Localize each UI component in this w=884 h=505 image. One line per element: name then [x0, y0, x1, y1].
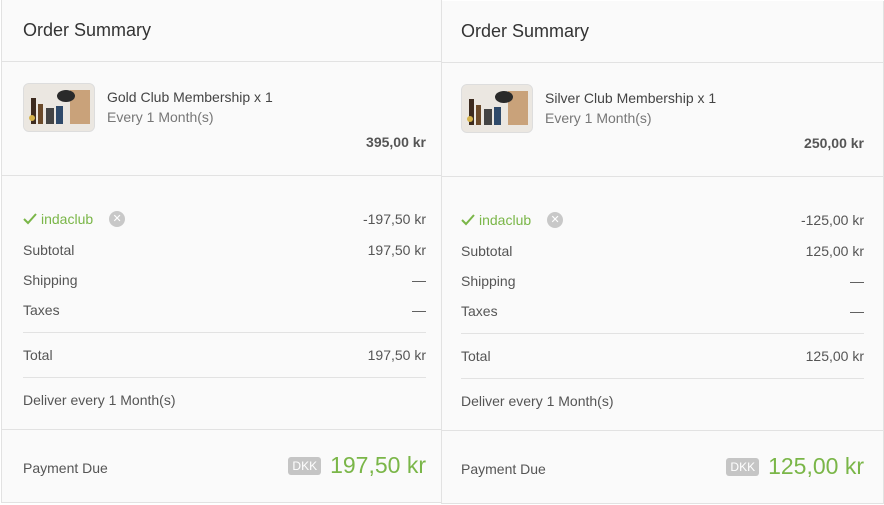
- subtotal-row: Subtotal 125,00 kr: [461, 243, 864, 263]
- item-price: 250,00 kr: [804, 135, 864, 151]
- taxes-row: Taxes —: [461, 303, 864, 323]
- remove-discount-icon[interactable]: ✕: [109, 211, 126, 227]
- discount-amount: -197,50 kr: [362, 211, 426, 227]
- line-item: Silver Club Membership x 1 Every 1 Month…: [442, 63, 883, 177]
- delivery-row: Deliver every 1 Month(s): [461, 393, 864, 413]
- total-row: Total 197,50 kr: [23, 347, 426, 367]
- shipping-label: Shipping: [461, 273, 516, 289]
- payment-due-label: Payment Due: [461, 461, 546, 477]
- payment-due-section: Payment Due DKK 197,50 kr: [2, 430, 441, 502]
- order-summary-title: Order Summary: [23, 20, 152, 40]
- discount-amount: -125,00 kr: [800, 212, 864, 228]
- total-label: Total: [461, 348, 491, 364]
- discount-label: indaclub ✕: [461, 212, 564, 228]
- delivery-row: Deliver every 1 Month(s): [23, 392, 426, 412]
- divider: [23, 377, 426, 378]
- payment-due-section: Payment Due DKK 125,00 kr: [442, 431, 883, 503]
- taxes-label: Taxes: [23, 302, 60, 318]
- item-name: Gold Club Membership x 1: [107, 89, 273, 105]
- divider: [461, 378, 864, 379]
- shipping-value: —: [412, 272, 426, 288]
- check-icon: [23, 213, 37, 225]
- item-price: 395,00 kr: [366, 134, 426, 150]
- discount-code: indaclub: [41, 211, 94, 227]
- total-row: Total 125,00 kr: [461, 348, 864, 368]
- subtotal-row: Subtotal 197,50 kr: [23, 242, 426, 262]
- taxes-label: Taxes: [461, 303, 498, 319]
- shipping-value: —: [850, 273, 864, 289]
- payment-due-label: Payment Due: [23, 460, 108, 476]
- shipping-row: Shipping —: [23, 272, 426, 292]
- shipping-label: Shipping: [23, 272, 78, 288]
- shipping-row: Shipping —: [461, 273, 864, 293]
- order-summary-panel-silver: Order Summary Silver Club Membership x 1…: [441, 1, 884, 504]
- item-name: Silver Club Membership x 1: [545, 90, 717, 106]
- delivery-text: Deliver every 1 Month(s): [461, 393, 614, 409]
- discount-label: indaclub ✕: [23, 211, 126, 227]
- remove-discount-icon[interactable]: ✕: [547, 212, 564, 228]
- subtotal-value: 125,00 kr: [805, 243, 864, 259]
- totals-section: indaclub ✕ -125,00 kr Subtotal 125,00 kr…: [442, 177, 883, 431]
- subtotal-label: Subtotal: [461, 243, 513, 259]
- subtotal-value: 197,50 kr: [367, 242, 426, 258]
- currency-badge: DKK: [288, 456, 322, 475]
- order-summary-header: Order Summary: [442, 1, 883, 63]
- discount-row: indaclub ✕ -197,50 kr: [23, 211, 426, 231]
- product-thumbnail: [461, 84, 533, 133]
- total-label: Total: [23, 347, 53, 363]
- order-summary-title: Order Summary: [461, 21, 590, 41]
- taxes-value: —: [850, 303, 864, 319]
- order-summary-panel-gold: Order Summary Gold Club Membership x 1 E…: [1, 0, 442, 503]
- taxes-row: Taxes —: [23, 302, 426, 322]
- total-value: 125,00 kr: [805, 348, 864, 364]
- payment-due-amount: 125,00 kr: [768, 453, 864, 479]
- total-value: 197,50 kr: [367, 347, 426, 363]
- payment-due-amount: 197,50 kr: [330, 452, 426, 478]
- line-item: Gold Club Membership x 1 Every 1 Month(s…: [2, 62, 441, 176]
- check-icon: [461, 214, 475, 226]
- discount-row: indaclub ✕ -125,00 kr: [461, 212, 864, 232]
- divider: [23, 332, 426, 333]
- discount-code: indaclub: [479, 212, 532, 228]
- item-frequency: Every 1 Month(s): [107, 109, 214, 125]
- delivery-text: Deliver every 1 Month(s): [23, 392, 176, 408]
- taxes-value: —: [412, 302, 426, 318]
- item-frequency: Every 1 Month(s): [545, 110, 652, 126]
- totals-section: indaclub ✕ -197,50 kr Subtotal 197,50 kr…: [2, 176, 441, 430]
- product-thumbnail: [23, 83, 95, 132]
- currency-badge: DKK: [726, 457, 760, 476]
- divider: [461, 333, 864, 334]
- order-summary-header: Order Summary: [2, 0, 441, 62]
- subtotal-label: Subtotal: [23, 242, 75, 258]
